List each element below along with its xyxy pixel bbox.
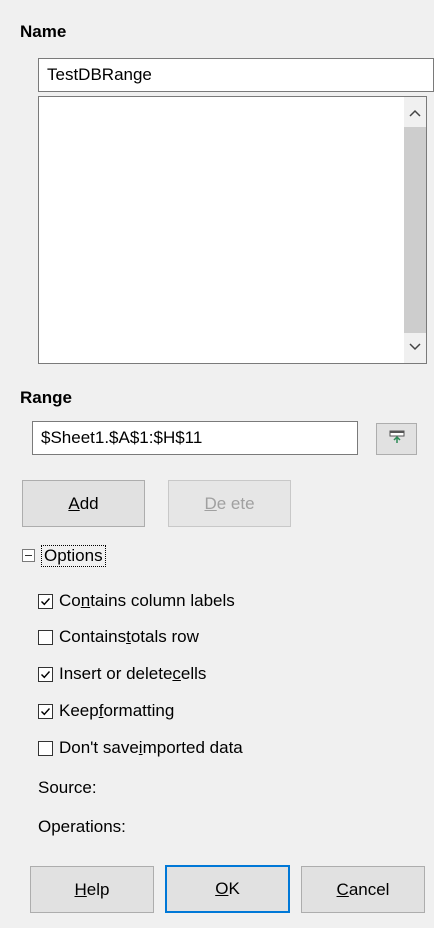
help-button[interactable]: Help <box>30 866 154 913</box>
checkbox-box[interactable] <box>38 593 53 609</box>
cancel-button[interactable]: Cancel <box>301 866 425 913</box>
ok-button[interactable]: OK <box>165 865 290 913</box>
shrink-range-button[interactable] <box>376 423 417 455</box>
checkbox-label-post: ormatting <box>103 701 175 720</box>
scroll-thumb[interactable] <box>404 127 426 333</box>
checkbox-label-pre: Keep <box>59 701 99 720</box>
add-mnemonic: A <box>68 493 80 513</box>
cancel-mnemonic: C <box>336 879 349 899</box>
help-label: elp <box>86 879 110 899</box>
checkbox-box[interactable] <box>38 666 53 682</box>
checkbox-label-pre: Don't save <box>59 738 139 757</box>
shrink-range-icon <box>389 429 405 449</box>
ok-label: K <box>228 879 240 898</box>
ok-mnemonic: O <box>215 879 229 898</box>
name-heading: Name <box>20 22 67 41</box>
checkbox-box[interactable] <box>38 703 53 719</box>
name-input-value: TestDBRange <box>47 65 152 84</box>
operations-label: Operations: <box>38 817 126 836</box>
checkbox-box[interactable] <box>38 740 53 756</box>
range-input[interactable]: $Sheet1.$A$1:$H$11 <box>32 421 358 455</box>
checkbox-keep-formatting[interactable]: Keep f ormatting <box>38 701 174 721</box>
checkbox-insert-delete-cells[interactable]: Insert or delete c ells <box>38 664 206 684</box>
help-mnemonic: H <box>74 879 87 899</box>
checkbox-contains-totals-row[interactable]: Contains t otals row <box>38 627 199 647</box>
checkbox-label-post: tains column labels <box>90 591 235 610</box>
checkbox-label-post: otals row <box>130 627 199 646</box>
checkbox-label-pre: Contains <box>59 627 127 646</box>
delete-label: e ete <box>216 493 255 513</box>
name-input[interactable]: TestDBRange <box>38 58 434 92</box>
checkbox-label-pre: Insert or delete <box>59 664 173 683</box>
list-scrollbar[interactable] <box>404 97 426 363</box>
checkbox-label-pre: Co <box>59 591 81 610</box>
options-collapse-icon[interactable] <box>22 549 35 562</box>
range-input-value: $Sheet1.$A$1:$H$11 <box>41 428 203 447</box>
scroll-down-icon[interactable] <box>404 333 426 361</box>
checkbox-label-mnemonic: c <box>172 664 181 683</box>
cancel-label: ancel <box>348 879 390 899</box>
options-expander-label[interactable]: Options <box>41 545 106 567</box>
delete-mnemonic: D <box>204 493 217 513</box>
checkbox-label-post: mported data <box>142 738 243 757</box>
add-label: dd <box>79 493 99 513</box>
delete-button[interactable]: De ete <box>168 480 291 527</box>
checkbox-contains-column-labels[interactable]: Co n tains column labels <box>38 591 235 611</box>
add-button[interactable]: Add <box>22 480 145 527</box>
checkbox-dont-save-imported-data[interactable]: Don't save i mported data <box>38 738 243 758</box>
range-heading: Range <box>20 388 72 407</box>
scroll-up-icon[interactable] <box>404 99 426 127</box>
source-label: Source: <box>38 778 97 797</box>
range-name-list[interactable] <box>38 96 427 364</box>
checkbox-box[interactable] <box>38 629 53 645</box>
checkbox-label-post: ells <box>180 664 207 683</box>
checkbox-label-mnemonic: n <box>80 591 91 610</box>
